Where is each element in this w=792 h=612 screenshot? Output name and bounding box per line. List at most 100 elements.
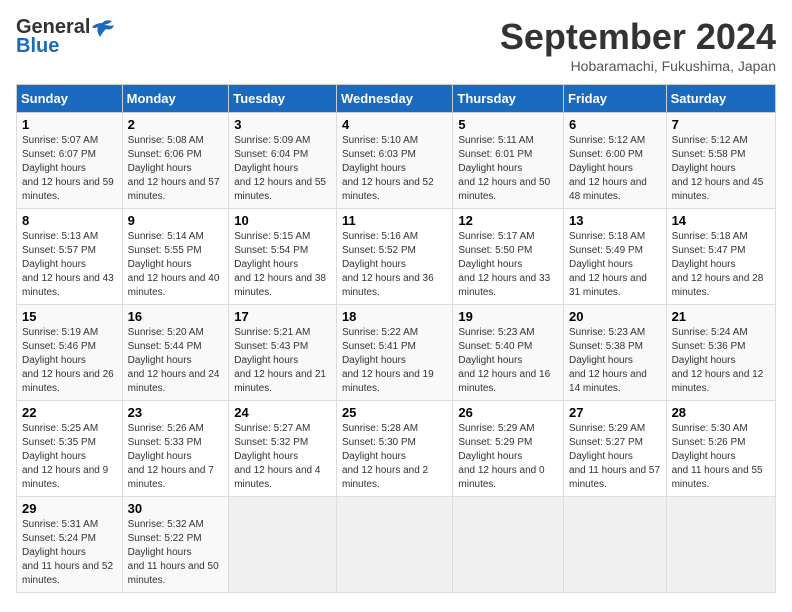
weekday-header: Saturday [666, 85, 775, 113]
day-number: 25 [342, 405, 447, 420]
day-number: 22 [22, 405, 117, 420]
calendar-day-cell: 21 Sunrise: 5:24 AMSunset: 5:36 PMDaylig… [666, 305, 775, 401]
day-number: 24 [234, 405, 331, 420]
calendar-day-cell: 14 Sunrise: 5:18 AMSunset: 5:47 PMDaylig… [666, 209, 775, 305]
day-info: Sunrise: 5:31 AMSunset: 5:24 PMDaylight … [22, 519, 113, 586]
calendar-day-cell: 8 Sunrise: 5:13 AMSunset: 5:57 PMDayligh… [17, 209, 123, 305]
day-number: 26 [458, 405, 558, 420]
calendar-day-cell: 15 Sunrise: 5:19 AMSunset: 5:46 PMDaylig… [17, 305, 123, 401]
day-info: Sunrise: 5:12 AMSunset: 5:58 PMDaylight … [672, 135, 764, 202]
calendar-day-cell [229, 497, 337, 593]
title-area: September 2024 Hobaramachi, Fukushima, J… [500, 16, 776, 74]
calendar-week-row: 22 Sunrise: 5:25 AMSunset: 5:35 PMDaylig… [17, 401, 776, 497]
calendar-day-cell: 11 Sunrise: 5:16 AMSunset: 5:52 PMDaylig… [336, 209, 452, 305]
day-info: Sunrise: 5:29 AMSunset: 5:29 PMDaylight … [458, 423, 544, 490]
day-number: 23 [128, 405, 224, 420]
day-info: Sunrise: 5:25 AMSunset: 5:35 PMDaylight … [22, 423, 108, 490]
day-info: Sunrise: 5:20 AMSunset: 5:44 PMDaylight … [128, 327, 220, 394]
calendar-week-row: 29 Sunrise: 5:31 AMSunset: 5:24 PMDaylig… [17, 497, 776, 593]
weekday-header: Thursday [453, 85, 564, 113]
day-info: Sunrise: 5:27 AMSunset: 5:32 PMDaylight … [234, 423, 320, 490]
calendar-day-cell: 3 Sunrise: 5:09 AMSunset: 6:04 PMDayligh… [229, 113, 337, 209]
day-info: Sunrise: 5:07 AMSunset: 6:07 PMDaylight … [22, 135, 114, 202]
calendar-day-cell: 29 Sunrise: 5:31 AMSunset: 5:24 PMDaylig… [17, 497, 123, 593]
calendar-day-cell: 19 Sunrise: 5:23 AMSunset: 5:40 PMDaylig… [453, 305, 564, 401]
day-number: 16 [128, 309, 224, 324]
day-number: 2 [128, 117, 224, 132]
logo-blue-text: Blue [16, 35, 59, 58]
day-number: 7 [672, 117, 770, 132]
weekday-header-row: SundayMondayTuesdayWednesdayThursdayFrid… [17, 85, 776, 113]
day-number: 10 [234, 213, 331, 228]
weekday-header: Friday [564, 85, 667, 113]
calendar-day-cell [336, 497, 452, 593]
weekday-header: Monday [122, 85, 229, 113]
day-info: Sunrise: 5:11 AMSunset: 6:01 PMDaylight … [458, 135, 550, 202]
day-info: Sunrise: 5:23 AMSunset: 5:38 PMDaylight … [569, 327, 647, 394]
day-info: Sunrise: 5:17 AMSunset: 5:50 PMDaylight … [458, 231, 550, 298]
calendar-day-cell: 30 Sunrise: 5:32 AMSunset: 5:22 PMDaylig… [122, 497, 229, 593]
calendar-day-cell: 1 Sunrise: 5:07 AMSunset: 6:07 PMDayligh… [17, 113, 123, 209]
day-number: 18 [342, 309, 447, 324]
calendar-day-cell: 7 Sunrise: 5:12 AMSunset: 5:58 PMDayligh… [666, 113, 775, 209]
day-info: Sunrise: 5:12 AMSunset: 6:00 PMDaylight … [569, 135, 647, 202]
calendar-day-cell [666, 497, 775, 593]
day-info: Sunrise: 5:28 AMSunset: 5:30 PMDaylight … [342, 423, 428, 490]
page-header: General Blue September 2024 Hobaramachi,… [16, 16, 776, 74]
calendar-day-cell: 17 Sunrise: 5:21 AMSunset: 5:43 PMDaylig… [229, 305, 337, 401]
calendar-day-cell: 23 Sunrise: 5:26 AMSunset: 5:33 PMDaylig… [122, 401, 229, 497]
calendar-day-cell: 16 Sunrise: 5:20 AMSunset: 5:44 PMDaylig… [122, 305, 229, 401]
weekday-header: Tuesday [229, 85, 337, 113]
calendar-day-cell: 9 Sunrise: 5:14 AMSunset: 5:55 PMDayligh… [122, 209, 229, 305]
calendar-day-cell: 28 Sunrise: 5:30 AMSunset: 5:26 PMDaylig… [666, 401, 775, 497]
day-info: Sunrise: 5:32 AMSunset: 5:22 PMDaylight … [128, 519, 219, 586]
day-info: Sunrise: 5:23 AMSunset: 5:40 PMDaylight … [458, 327, 550, 394]
day-number: 13 [569, 213, 661, 228]
day-info: Sunrise: 5:19 AMSunset: 5:46 PMDaylight … [22, 327, 114, 394]
day-number: 21 [672, 309, 770, 324]
logo-bird-icon [92, 19, 114, 37]
day-info: Sunrise: 5:16 AMSunset: 5:52 PMDaylight … [342, 231, 434, 298]
day-info: Sunrise: 5:18 AMSunset: 5:47 PMDaylight … [672, 231, 764, 298]
calendar-day-cell: 27 Sunrise: 5:29 AMSunset: 5:27 PMDaylig… [564, 401, 667, 497]
day-info: Sunrise: 5:29 AMSunset: 5:27 PMDaylight … [569, 423, 660, 490]
logo: General Blue [16, 16, 114, 58]
calendar-day-cell: 13 Sunrise: 5:18 AMSunset: 5:49 PMDaylig… [564, 209, 667, 305]
calendar-day-cell: 26 Sunrise: 5:29 AMSunset: 5:29 PMDaylig… [453, 401, 564, 497]
day-info: Sunrise: 5:22 AMSunset: 5:41 PMDaylight … [342, 327, 434, 394]
calendar-day-cell: 5 Sunrise: 5:11 AMSunset: 6:01 PMDayligh… [453, 113, 564, 209]
day-number: 27 [569, 405, 661, 420]
calendar-day-cell: 20 Sunrise: 5:23 AMSunset: 5:38 PMDaylig… [564, 305, 667, 401]
day-info: Sunrise: 5:18 AMSunset: 5:49 PMDaylight … [569, 231, 647, 298]
day-number: 30 [128, 501, 224, 516]
calendar-week-row: 1 Sunrise: 5:07 AMSunset: 6:07 PMDayligh… [17, 113, 776, 209]
day-number: 20 [569, 309, 661, 324]
day-number: 6 [569, 117, 661, 132]
day-number: 4 [342, 117, 447, 132]
day-info: Sunrise: 5:08 AMSunset: 6:06 PMDaylight … [128, 135, 220, 202]
day-info: Sunrise: 5:30 AMSunset: 5:26 PMDaylight … [672, 423, 763, 490]
location-subtitle: Hobaramachi, Fukushima, Japan [500, 58, 776, 74]
calendar-day-cell [564, 497, 667, 593]
day-number: 19 [458, 309, 558, 324]
calendar-day-cell: 10 Sunrise: 5:15 AMSunset: 5:54 PMDaylig… [229, 209, 337, 305]
weekday-header: Wednesday [336, 85, 452, 113]
day-number: 29 [22, 501, 117, 516]
day-info: Sunrise: 5:26 AMSunset: 5:33 PMDaylight … [128, 423, 214, 490]
calendar-day-cell: 6 Sunrise: 5:12 AMSunset: 6:00 PMDayligh… [564, 113, 667, 209]
day-number: 14 [672, 213, 770, 228]
day-info: Sunrise: 5:14 AMSunset: 5:55 PMDaylight … [128, 231, 220, 298]
calendar-day-cell: 12 Sunrise: 5:17 AMSunset: 5:50 PMDaylig… [453, 209, 564, 305]
day-info: Sunrise: 5:15 AMSunset: 5:54 PMDaylight … [234, 231, 326, 298]
calendar-day-cell: 2 Sunrise: 5:08 AMSunset: 6:06 PMDayligh… [122, 113, 229, 209]
day-number: 11 [342, 213, 447, 228]
calendar-table: SundayMondayTuesdayWednesdayThursdayFrid… [16, 84, 776, 593]
calendar-day-cell: 4 Sunrise: 5:10 AMSunset: 6:03 PMDayligh… [336, 113, 452, 209]
calendar-day-cell: 18 Sunrise: 5:22 AMSunset: 5:41 PMDaylig… [336, 305, 452, 401]
month-title: September 2024 [500, 16, 776, 58]
calendar-day-cell: 22 Sunrise: 5:25 AMSunset: 5:35 PMDaylig… [17, 401, 123, 497]
weekday-header: Sunday [17, 85, 123, 113]
day-info: Sunrise: 5:21 AMSunset: 5:43 PMDaylight … [234, 327, 326, 394]
day-number: 9 [128, 213, 224, 228]
day-number: 12 [458, 213, 558, 228]
